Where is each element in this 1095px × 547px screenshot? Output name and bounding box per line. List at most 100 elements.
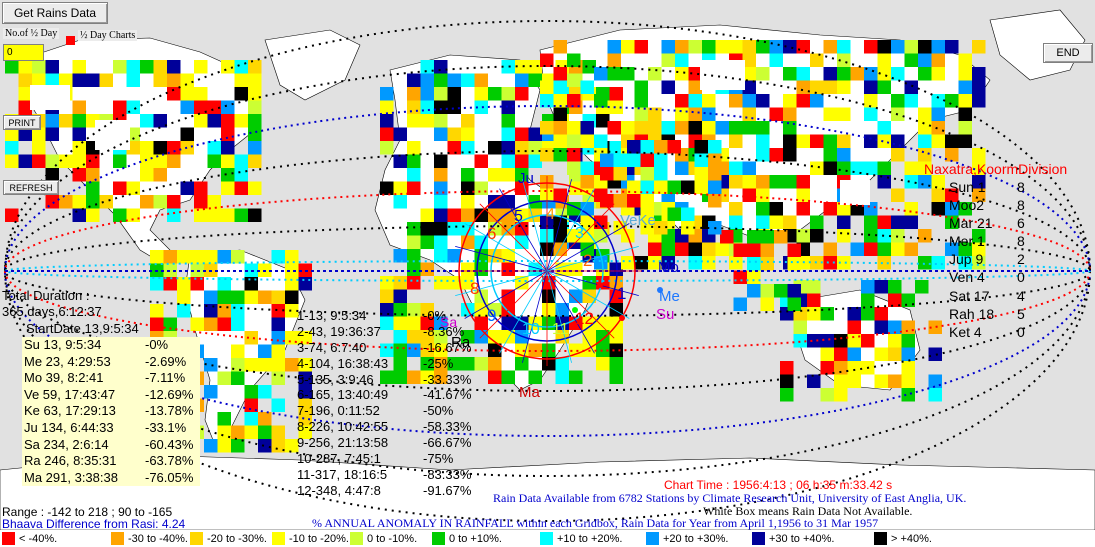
legend-label: +10 to +20%. [557, 532, 623, 545]
rainfall-legend: < -40%. -30 to -40%. -20 to -30%. -10 to -2… [0, 530, 1095, 547]
planet-transit-row: Me 23, 4:29:53 -2.69% [22, 354, 200, 371]
house-number-6: 6 [487, 224, 497, 243]
chart-label-su: Su [656, 306, 675, 323]
naxatra-name: Moo2 [949, 197, 985, 214]
bhaava-difference: Bhaava Difference from Rasi: 4.24 [2, 517, 186, 531]
planet-transit-text: Ve 59, 17:43:47 [24, 386, 116, 402]
naxatra-name: Mar 21 [949, 215, 993, 232]
duration-value: 365.days,6:12:37 [2, 304, 102, 319]
legend-swatch [350, 532, 363, 545]
legend-label: 0 to +10%. [449, 532, 502, 545]
house-number-11: 11 [552, 321, 569, 338]
legend-item: > +40%. [874, 531, 932, 546]
legend-swatch [2, 532, 15, 545]
house-transit-text: 4-104, 16:38:43 [297, 355, 389, 371]
rainfall-anomaly-window: Get Rains Data No.of ½ Day ½ Day Charts … [0, 0, 1095, 547]
legend-swatch [874, 532, 887, 545]
naxatra-value: 8 [1017, 179, 1025, 195]
naxatra-name: Sat 17 [949, 287, 990, 304]
planet-transit-row: Ke 63, 17:29:13 -13.78% [22, 403, 200, 420]
legend-item: +10 to +20%. [540, 531, 622, 546]
house-transit-list: 1-13, 9:5:34 -0% 2-43, 19:36:37 -8.36% 3-74,… [240, 308, 480, 499]
legend-label: +20 to +30%. [663, 532, 729, 545]
house-transit-row: 4-104, 16:38:43 -25% [240, 356, 480, 372]
legend-label: -30 to -40%. [128, 532, 188, 545]
house-transit-row: 10-287, 7:45:1 -75% [240, 451, 480, 467]
house-number-1: 1 [617, 284, 627, 303]
naxatra-name: Mer 1 [949, 233, 985, 250]
house-transit-row: 12-348, 4:47:8 -91.67% [240, 483, 480, 499]
house-transit-text: 12-348, 4:47:8 [297, 482, 381, 498]
planet-transit-row: Ju 134, 6:44:33 -33.1% [22, 420, 200, 437]
planet-transit-text: Ma 291, 3:38:38 [24, 469, 118, 485]
legend-swatch [752, 532, 765, 545]
house-transit-text: 7-196, 0:11:52 [297, 403, 380, 419]
house-transit-row: 5-135, 3:9:46 -33.33% [240, 372, 480, 388]
naxatra-row: Moo2 8 [949, 197, 1039, 215]
naxatra-row: Mer 1 8 [949, 233, 1039, 251]
house-number-5: 5 [514, 208, 523, 225]
naxatra-name: Jup 9 [949, 251, 984, 268]
naxatra-value: 8 [1017, 197, 1025, 214]
no-of-half-day-input[interactable]: 0 [3, 44, 44, 61]
house-transit-row: 7-196, 0:11:52 -50% [240, 403, 480, 419]
refresh-button[interactable]: REFRESH [3, 180, 59, 195]
planet-transit-text: Sa 234, 2:6:14 [24, 436, 109, 452]
end-button[interactable]: END [1043, 43, 1093, 63]
chart-label-ra: Ra [451, 334, 471, 351]
house-transit-text: 8-226, 10:42:55 [297, 419, 389, 435]
house-transit-percent: -33.33% [423, 371, 472, 387]
chart-label-me: Me [659, 288, 680, 305]
legend-item: 0 to +10%. [432, 531, 502, 546]
planet-transit-list: Su 13, 9:5:34 -0% Me 23, 4:29:53 -2.69% Mo 3… [22, 337, 200, 487]
planet-transit-row: Ra 246, 8:35:31 -63.78% [22, 453, 200, 470]
house-transit-text: 3-74, 6:7:40 [297, 339, 367, 355]
house-transit-text: 1-13, 9:5:34 [297, 308, 367, 323]
naxatra-list: Sun 1 8 Moo2 8 Mar 21 6 Mer 1 8 Jup 9 2 Ven 4 0 Sat … [949, 179, 1039, 342]
planet-transit-text: Ke 63, 17:29:13 [24, 403, 116, 419]
naxatra-name: Rah 18 [949, 305, 995, 322]
naxatra-value: 0 [1017, 269, 1025, 286]
legend-item: +20 to +30%. [646, 531, 728, 546]
anomaly-title: % ANNUAL ANOMALY IN RAINFALL within each… [312, 516, 879, 530]
planet-transit-row: Sa 234, 2:6:14 -60.43% [22, 437, 200, 454]
legend-swatch [111, 532, 124, 545]
legend-swatch [272, 532, 285, 545]
legend-item: -20 to -30%. [190, 531, 267, 546]
naxatra-row: Mar 21 6 [949, 215, 1039, 233]
legend-swatch [540, 532, 553, 545]
naxatra-value: 8 [1017, 233, 1025, 250]
print-button[interactable]: PRINT [3, 115, 41, 130]
house-number-10: 10 [522, 321, 540, 338]
planet-transit-percent: -13.78% [145, 403, 194, 419]
house-transit-percent: -58.33% [423, 419, 472, 435]
house-transit-text: 11-317, 18:16:5 [297, 466, 388, 482]
legend-item: -30 to -40%. [111, 531, 188, 546]
half-day-charts-label[interactable]: ½ Day Charts [78, 30, 138, 41]
house-transit-percent: -66.67% [423, 435, 472, 451]
planet-transit-text: Su 13, 9:5:34 [24, 337, 102, 352]
planet-transit-percent: -7.11% [145, 370, 186, 386]
naxatra-value: 6 [1017, 215, 1025, 232]
legend-item: +30 to +40%. [752, 531, 834, 546]
chart-label-sa: Sa [440, 314, 458, 330]
legend-label: 0 to -10%. [367, 532, 418, 545]
house-number-12: 12 [575, 309, 594, 328]
legend-label: -10 to -20%. [289, 532, 349, 545]
planet-transit-text: Ra 246, 8:35:31 [24, 453, 117, 469]
legend-item: < -40%. [2, 531, 57, 546]
no-of-half-day-label: No.of ½ Day [3, 28, 60, 39]
house-number-2: 2 [583, 251, 593, 270]
half-day-checkbox-icon[interactable] [66, 36, 75, 45]
legend-swatch [432, 532, 445, 545]
house-transit-text: 5-135, 3:9:46 [297, 371, 374, 387]
house-transit-row: 11-317, 18:16:5 -83.33% [240, 467, 480, 483]
planet-transit-row: Ma 291, 3:38:38 -76.05% [22, 470, 200, 487]
naxatra-row: Ven 4 0 [949, 269, 1039, 287]
planet-transit-row: Ve 59, 17:43:47 -12.69% [22, 387, 200, 404]
total-duration-label: Total Duration : [2, 288, 90, 303]
planet-transit-percent: -63.78% [145, 453, 194, 469]
house-transit-percent: -41.67% [423, 387, 472, 403]
naxatra-row: Sat 17 4 [949, 288, 1039, 306]
get-rains-data-button[interactable]: Get Rains Data [2, 2, 108, 24]
